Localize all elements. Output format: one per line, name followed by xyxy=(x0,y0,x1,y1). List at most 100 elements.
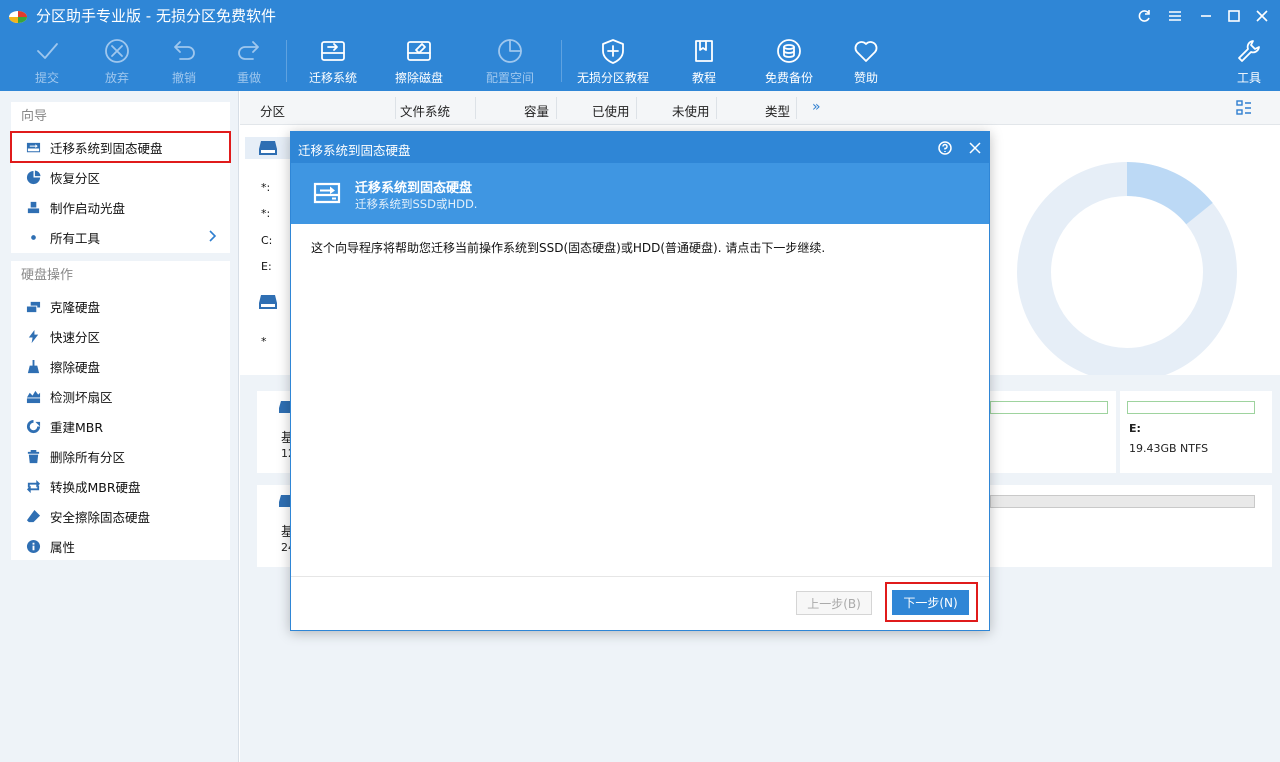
column-header[interactable]: 已使用 xyxy=(592,101,630,120)
help-icon[interactable] xyxy=(935,138,955,158)
partition-letter[interactable]: * xyxy=(261,335,267,348)
sidebar-item-label: 擦除硬盘 xyxy=(50,359,101,375)
partition-bar[interactable] xyxy=(990,495,1255,508)
sponsor-button[interactable]: 赞助 xyxy=(847,36,885,88)
rebuild-mbr-icon xyxy=(25,418,41,434)
partition-letter[interactable]: *: xyxy=(261,207,270,220)
column-separator xyxy=(395,97,396,119)
discard-button[interactable]: 放弃 xyxy=(98,36,136,88)
partition-letter[interactable]: C: xyxy=(261,234,272,247)
wipe-hdd-icon xyxy=(25,358,41,374)
column-separator xyxy=(475,97,476,119)
migrate-os-icon xyxy=(318,36,348,66)
sidebar-item-label: 删除所有分区 xyxy=(50,449,126,465)
sidebar-item-convert-mbr[interactable]: 转换成MBR硬盘 xyxy=(11,471,230,501)
delete-all-icon xyxy=(25,448,41,464)
sidebar-item-clone-disk[interactable]: 克隆硬盘 xyxy=(11,291,230,321)
partition-bar[interactable] xyxy=(990,401,1108,414)
heart-icon xyxy=(851,36,881,66)
free-backup-button[interactable]: 免费备份 xyxy=(763,36,815,88)
column-header[interactable]: 容量 xyxy=(524,101,549,120)
migrate-os-button[interactable]: 迁移系统 xyxy=(303,36,363,88)
title-bar: 分区助手专业版 - 无损分区免费软件 xyxy=(0,0,1280,32)
wipe-disk-icon xyxy=(404,36,434,66)
column-header[interactable]: 未使用 xyxy=(672,101,710,120)
dialog-footer-divider xyxy=(291,576,989,577)
partition-tutorial-button[interactable]: 无损分区教程 xyxy=(574,36,652,88)
disk-icon xyxy=(259,141,277,155)
sidebar-item-label: 转换成MBR硬盘 xyxy=(50,479,141,495)
wizard-panel-title: 向导 xyxy=(21,109,48,124)
book-icon xyxy=(689,36,719,66)
cancel-circle-icon xyxy=(102,36,132,66)
wipe-disk-button[interactable]: 擦除磁盘 xyxy=(389,36,449,88)
migrate-os-dialog: 迁移系统到固态硬盘 迁移系统到固态硬盘 迁移系统到SSD或HDD. 这个向导程序… xyxy=(290,131,990,631)
disk-icon xyxy=(259,295,277,309)
column-separator xyxy=(796,97,797,119)
maximize-icon[interactable] xyxy=(1223,6,1245,26)
app-logo-icon xyxy=(8,8,28,24)
undo-button[interactable]: 撤销 xyxy=(165,36,203,88)
close-icon[interactable] xyxy=(1251,6,1273,26)
donut-used-segment xyxy=(1126,161,1213,225)
partition-bar-e[interactable] xyxy=(1127,401,1255,414)
column-header[interactable]: 类型 xyxy=(765,101,790,120)
check-icon xyxy=(32,36,62,66)
sidebar-item-recover-partition[interactable]: 恢复分区 xyxy=(11,162,230,192)
sidebar-item-properties[interactable]: 属性 xyxy=(11,531,230,561)
next-button-highlight: 下一步(N) xyxy=(885,582,978,622)
bad-sector-icon xyxy=(25,388,41,404)
view-layout-icon[interactable] xyxy=(1236,100,1252,116)
disk-usage-donut-chart xyxy=(1017,161,1237,382)
dialog-close-icon[interactable] xyxy=(965,138,985,158)
sidebar-item-delete-all-partitions[interactable]: 删除所有分区 xyxy=(11,441,230,471)
sidebar-item-label: 快速分区 xyxy=(50,329,101,345)
dialog-instructions: 这个向导程序将帮助您迁移当前操作系统到SSD(固态硬盘)或HDD(普通硬盘). … xyxy=(311,241,826,255)
window-title: 分区助手专业版 - 无损分区免费软件 xyxy=(36,7,276,25)
wizard-panel: 向导 迁移系统到固态硬盘 恢复分区 制作启动光盘 所有工具 xyxy=(10,102,231,253)
refresh-icon[interactable] xyxy=(1133,6,1155,26)
next-button[interactable]: 下一步(N) xyxy=(892,590,969,615)
disk-2-row[interactable] xyxy=(245,291,295,313)
dialog-banner: 迁移系统到固态硬盘 迁移系统到SSD或HDD. xyxy=(291,163,989,224)
tutorial-button[interactable]: 教程 xyxy=(685,36,723,88)
menu-icon[interactable] xyxy=(1164,6,1186,26)
toolbar: 提交 放弃 撤销 重做 迁移系统 擦除磁盘 配置空间 无损分区教程 教程 免费备… xyxy=(0,32,1280,91)
sidebar-item-secure-erase-ssd[interactable]: 安全擦除固态硬盘 xyxy=(11,501,230,531)
disk-ops-panel-title: 硬盘操作 xyxy=(21,268,74,283)
sidebar-item-label: 属性 xyxy=(50,539,76,555)
partition-letter: E: xyxy=(1129,422,1141,435)
sidebar-item-label: 检测坏扇区 xyxy=(50,389,113,405)
column-header[interactable]: 分区 xyxy=(260,101,285,120)
submit-button[interactable]: 提交 xyxy=(28,36,66,88)
sidebar-item-label: 制作启动光盘 xyxy=(50,200,126,216)
disk-1-row[interactable] xyxy=(245,137,295,159)
minimize-icon[interactable] xyxy=(1195,6,1217,26)
sidebar-item-bad-sector[interactable]: 检测坏扇区 xyxy=(11,381,230,411)
sidebar-item-all-tools[interactable]: 所有工具 xyxy=(11,222,230,252)
redo-button[interactable]: 重做 xyxy=(230,36,268,88)
column-separator xyxy=(556,97,557,119)
sidebar-item-label: 克隆硬盘 xyxy=(50,299,101,315)
partition-letter[interactable]: E: xyxy=(261,260,272,273)
dialog-title-bar: 迁移系统到固态硬盘 xyxy=(291,132,989,163)
previous-button[interactable]: 上一步(B) xyxy=(796,591,872,615)
disk-operations-panel: 硬盘操作 克隆硬盘 快速分区 擦除硬盘 检测坏扇区 重建MBR 删除所有分区 转… xyxy=(11,261,230,560)
secure-erase-icon xyxy=(25,508,41,524)
sidebar-item-quick-partition[interactable]: 快速分区 xyxy=(11,321,230,351)
redo-icon xyxy=(234,36,264,66)
allocate-space-button[interactable]: 配置空间 xyxy=(479,36,541,88)
sidebar-item-rebuild-mbr[interactable]: 重建MBR xyxy=(11,411,230,441)
bootable-media-icon xyxy=(25,199,41,215)
sidebar-item-wipe-disk[interactable]: 擦除硬盘 xyxy=(11,351,230,381)
column-header[interactable]: 文件系统 xyxy=(400,101,450,120)
tools-button[interactable]: 工具 xyxy=(1231,36,1267,88)
migrate-ssd-icon xyxy=(25,139,41,155)
sidebar-item-label: 所有工具 xyxy=(50,230,101,246)
sidebar-item-migrate-ssd[interactable]: 迁移系统到固态硬盘 xyxy=(10,131,231,163)
more-columns-icon[interactable]: » xyxy=(812,99,821,115)
sidebar-item-bootable-media[interactable]: 制作启动光盘 xyxy=(11,192,230,222)
info-icon xyxy=(25,538,41,554)
recover-partition-icon xyxy=(25,169,41,185)
partition-letter[interactable]: *: xyxy=(261,181,270,194)
